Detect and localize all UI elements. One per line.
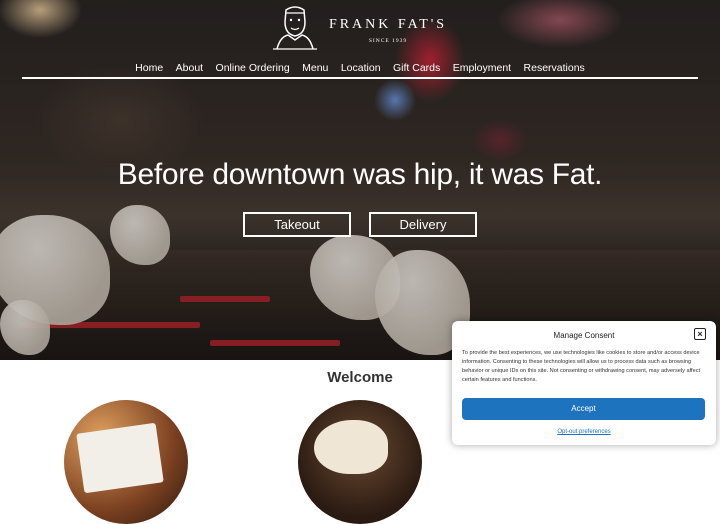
consent-body: To provide the best experiences, we use … bbox=[462, 350, 701, 383]
nav-item-home[interactable]: Home bbox=[135, 62, 163, 74]
consent-dialog: Manage Consent × To provide the best exp… bbox=[452, 321, 716, 445]
nav-item-employment[interactable]: Employment bbox=[453, 62, 511, 74]
optout-link[interactable]: Opt-out preferences bbox=[452, 429, 716, 435]
main-nav: Home About Online Ordering Menu Location… bbox=[0, 58, 720, 76]
accept-button[interactable]: Accept bbox=[462, 398, 705, 420]
nav-item-about[interactable]: About bbox=[176, 62, 203, 74]
close-icon[interactable]: × bbox=[694, 328, 706, 340]
hero-headline: Before downtown was hip, it was Fat. bbox=[117, 158, 603, 191]
nav-item-menu[interactable]: Menu bbox=[302, 62, 328, 74]
consent-title: Manage Consent bbox=[553, 331, 615, 340]
logo-name: FRANK FAT'S bbox=[328, 17, 448, 32]
gift-card-image[interactable] bbox=[64, 400, 188, 524]
food-image[interactable] bbox=[298, 400, 422, 524]
nav-item-location[interactable]: Location bbox=[341, 62, 381, 74]
hero-banner: FRANK FAT'S SINCE 1939 Home About Online… bbox=[0, 0, 720, 360]
takeout-button[interactable]: Takeout bbox=[243, 212, 351, 237]
nav-item-online-ordering[interactable]: Online Ordering bbox=[216, 62, 290, 74]
delivery-button[interactable]: Delivery bbox=[369, 212, 477, 237]
nav-item-reservations[interactable]: Reservations bbox=[524, 62, 585, 74]
logo-portrait-icon bbox=[273, 6, 317, 50]
nav-divider bbox=[22, 77, 698, 79]
frank-fats-logo[interactable]: FRANK FAT'S SINCE 1939 bbox=[272, 4, 462, 50]
nav-item-gift-cards[interactable]: Gift Cards bbox=[393, 62, 440, 74]
logo-since: SINCE 1939 bbox=[368, 38, 408, 44]
